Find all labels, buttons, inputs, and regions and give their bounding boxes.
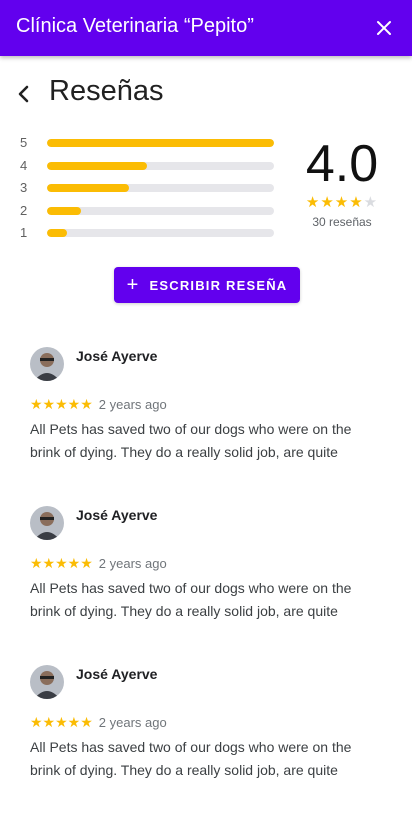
rating-row-3: 3 [20, 178, 276, 201]
rating-row-4: 4 [20, 156, 276, 179]
reviewer-name: José Ayerve [76, 348, 158, 364]
average-rating-value: 4.0 [305, 135, 379, 193]
star-filled-icon: ★ [320, 194, 335, 211]
review-date: 2 years ago [98, 556, 167, 571]
star-filled-icon: ★ [305, 194, 321, 211]
rating-bar-fill [47, 206, 82, 215]
star-filled-icon: ★ [334, 194, 350, 211]
rating-row-label: 2 [20, 202, 28, 218]
review-stars: ★★★★★ [30, 714, 93, 730]
rating-row-label: 3 [20, 180, 28, 195]
star-filled-icon: ★ [349, 194, 364, 211]
close-icon[interactable] [372, 16, 396, 40]
rating-bar-track [47, 161, 274, 170]
average-rating-stars: ★★★★★ [300, 195, 384, 211]
rating-row-label: 4 [20, 157, 28, 173]
rating-bar-fill [47, 161, 147, 170]
rating-bar-track [47, 139, 274, 147]
star-empty-icon: ★ [363, 194, 379, 211]
review-stars: ★★★★★ [30, 396, 93, 412]
page-title: Reseñas [49, 75, 164, 107]
review-date: 2 years ago [98, 397, 167, 412]
plus-icon: + [126, 274, 140, 296]
review-meta: ★★★★★ 2 years ago [30, 396, 167, 414]
rating-bar-fill [47, 184, 129, 192]
review-stars: ★★★★★ [30, 555, 93, 571]
avatar [30, 506, 64, 540]
rating-bar-fill [47, 139, 274, 147]
rating-row-label: 5 [20, 135, 28, 150]
review-text: All Pets has saved two of our dogs who w… [30, 421, 352, 460]
reviewer-name: José Ayerve [76, 507, 158, 523]
review-meta: ★★★★★ 2 years ago [30, 714, 167, 732]
avatar [30, 665, 64, 699]
app-bar: Clínica Veterinaria “Pepito” [0, 0, 412, 56]
rating-bar-track [47, 229, 274, 237]
rating-bar-track [47, 184, 274, 192]
review-meta: ★★★★★ 2 years ago [30, 555, 167, 573]
review-date: 2 years ago [98, 715, 167, 730]
rating-row-1: 1 [20, 223, 276, 246]
rating-distribution: 5 4 3 2 1 [20, 133, 276, 246]
write-review-button[interactable]: + ESCRIBIR RESEÑA [114, 267, 300, 303]
rating-row-label: 1 [20, 225, 28, 240]
review-text: All Pets has saved two of our dogs who w… [30, 739, 352, 778]
back-chevron-icon[interactable] [12, 82, 36, 106]
reviewer-name: José Ayerve [76, 666, 158, 682]
rating-bar-fill [47, 229, 68, 237]
rating-bar-track [47, 206, 274, 215]
avatar [30, 347, 64, 381]
average-rating: 4.0 ★★★★★ 30 reseñas [300, 135, 384, 229]
review-count: 30 reseñas [312, 215, 372, 229]
review-text: All Pets has saved two of our dogs who w… [30, 580, 352, 619]
rating-row-5: 5 [20, 133, 276, 156]
write-review-label: ESCRIBIR RESEÑA [149, 277, 288, 293]
app-title: Clínica Veterinaria “Pepito” [16, 15, 254, 37]
rating-row-2: 2 [20, 201, 276, 224]
